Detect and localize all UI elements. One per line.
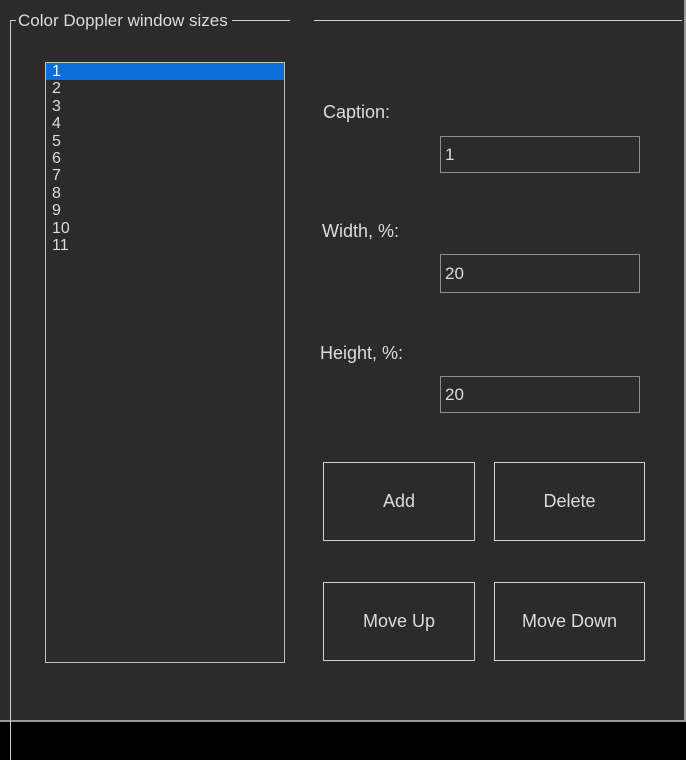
move-down-button[interactable]: Move Down [494,582,645,661]
list-item[interactable]: 1 [46,63,284,81]
list-item[interactable]: 11 [46,237,284,254]
list-item[interactable]: 6 [46,150,284,167]
window-size-listbox[interactable]: 1 2 3 4 5 6 7 8 9 10 11 [45,62,285,663]
list-item[interactable]: 9 [46,202,284,219]
move-up-button[interactable]: Move Up [323,582,475,661]
height-field[interactable] [440,376,640,413]
list-item[interactable]: 7 [46,167,284,184]
list-item[interactable]: 2 [46,80,284,97]
caption-label: Caption: [323,102,391,122]
delete-button[interactable]: Delete [494,462,645,541]
width-label: Width, %: [322,221,400,241]
dialog-panel: Color Doppler window sizes 1 2 3 4 5 6 7… [0,0,686,760]
caption-field[interactable] [440,136,640,173]
list-item[interactable]: 4 [46,115,284,132]
list-item[interactable]: 8 [46,185,284,202]
add-button[interactable]: Add [323,462,475,541]
width-field[interactable] [440,254,640,293]
group-title-gap [290,13,314,27]
list-item[interactable]: 10 [46,220,284,237]
list-item[interactable]: 5 [46,133,284,150]
height-label: Height, %: [320,343,404,363]
list-item[interactable]: 3 [46,98,284,115]
group-title: Color Doppler window sizes [16,11,232,31]
